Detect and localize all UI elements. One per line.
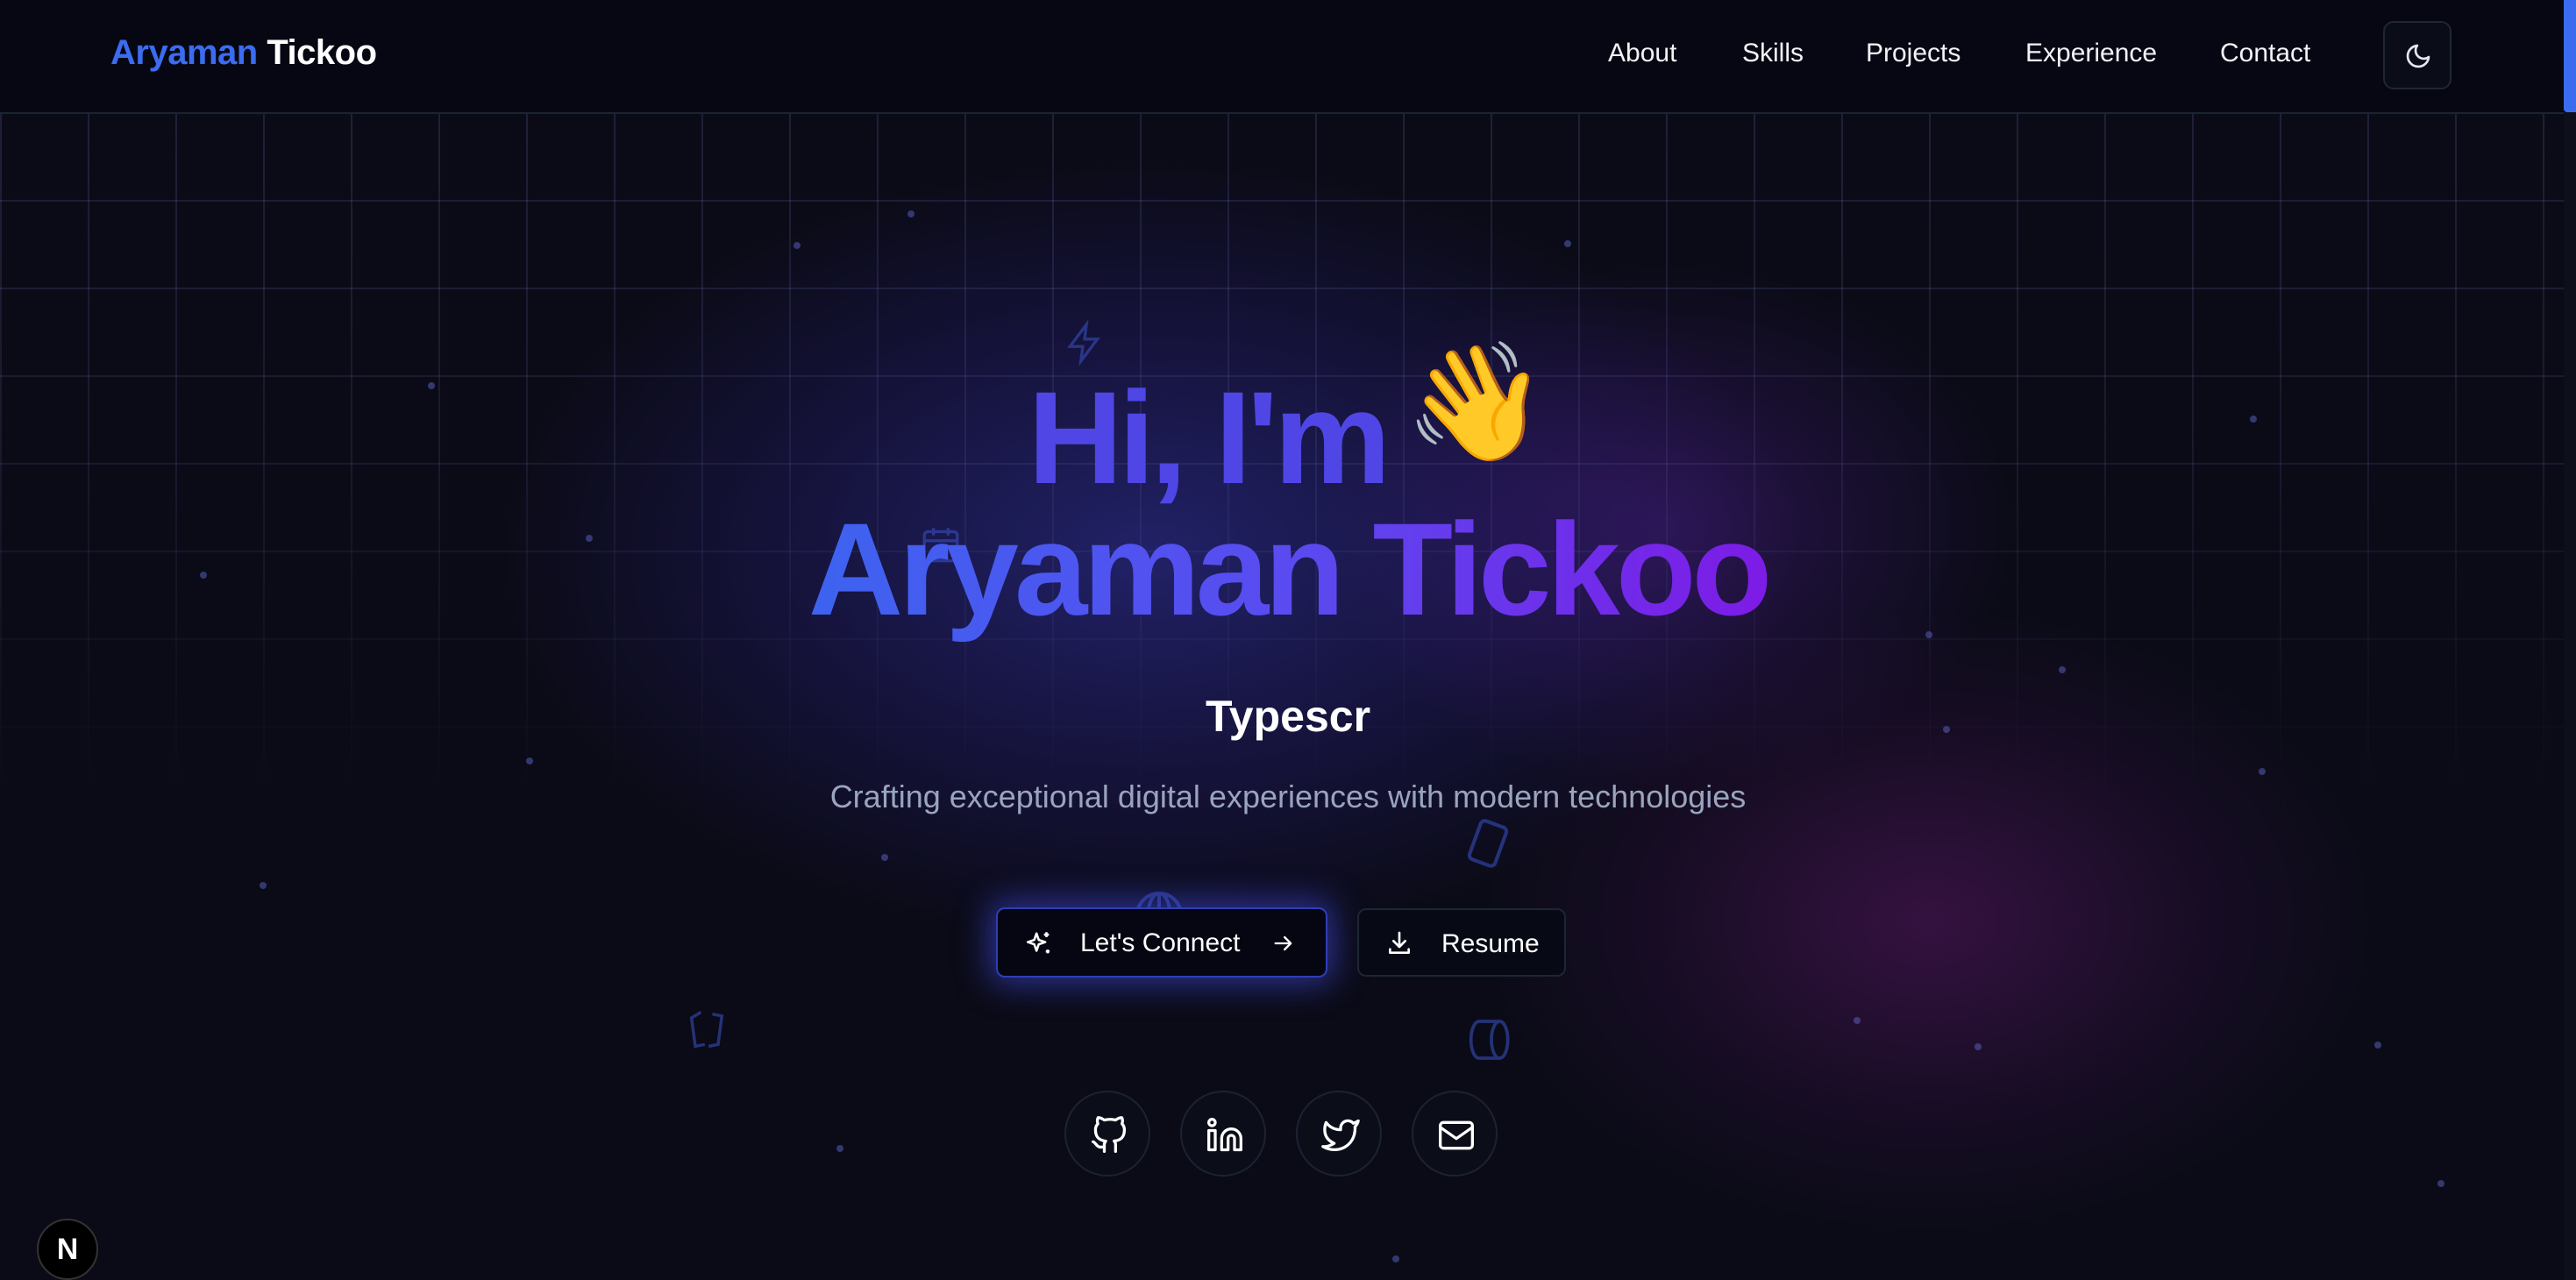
- particle: [907, 210, 914, 217]
- particle: [1564, 240, 1571, 247]
- brand-logo[interactable]: Aryaman Tickoo: [110, 33, 377, 73]
- particle: [836, 1145, 843, 1152]
- theme-toggle-button[interactable]: [2383, 21, 2451, 89]
- sparkles-icon: [1026, 932, 1050, 954]
- hero-name-text: Aryaman Tickoo: [808, 495, 1772, 643]
- code-bracket-icon: [689, 1011, 724, 1049]
- zap-icon: [1067, 319, 1100, 366]
- lets-connect-label: Let's Connect: [1080, 928, 1241, 957]
- particle: [1975, 1043, 1982, 1050]
- nextjs-dev-badge[interactable]: N: [37, 1219, 98, 1280]
- mail-icon: [1439, 1120, 1474, 1150]
- nav-experience[interactable]: Experience: [2025, 39, 2157, 68]
- nextjs-badge-letter: N: [56, 1233, 79, 1266]
- wave-emoji: 👋: [1404, 338, 1548, 467]
- particle: [2259, 768, 2266, 775]
- brand-first-name: Aryaman: [110, 33, 258, 72]
- particle: [2059, 666, 2066, 673]
- nav-projects[interactable]: Projects: [1866, 39, 1960, 68]
- particle: [881, 854, 888, 861]
- resume-label: Resume: [1441, 929, 1540, 958]
- email-link[interactable]: [1412, 1091, 1498, 1177]
- hero-tagline: Crafting exceptional digital experiences…: [829, 779, 1747, 814]
- arrow-right-icon: [1274, 935, 1292, 951]
- lets-connect-button[interactable]: Let's Connect: [996, 907, 1327, 978]
- nav-about[interactable]: About: [1608, 39, 1676, 68]
- scrollbar-thumb[interactable]: [2564, 0, 2576, 112]
- linkedin-icon: [1207, 1118, 1242, 1152]
- greeting-text: Hi, I'm: [1028, 364, 1391, 512]
- particle: [1392, 1255, 1399, 1262]
- twitter-link[interactable]: [1296, 1091, 1382, 1177]
- github-icon: [1092, 1116, 1127, 1153]
- hero-name: Aryaman Tickoo: [0, 503, 2576, 635]
- typed-role: Typescr: [1205, 692, 1371, 741]
- site-header: Aryaman Tickoo About Skills Projects Exp…: [0, 0, 2576, 114]
- twitter-icon: [1321, 1119, 1360, 1152]
- tablet-icon: [1467, 819, 1509, 868]
- hero-greeting: Hi, I'm 👋: [0, 345, 2576, 512]
- particle: [260, 882, 267, 889]
- linkedin-link[interactable]: [1180, 1091, 1266, 1177]
- particle: [1854, 1017, 1861, 1024]
- nav-contact[interactable]: Contact: [2220, 39, 2310, 68]
- particle: [526, 757, 533, 764]
- github-link[interactable]: [1064, 1091, 1150, 1177]
- download-icon: [1389, 931, 1410, 954]
- nav-skills[interactable]: Skills: [1742, 39, 1804, 68]
- database-icon: [1469, 1020, 1510, 1060]
- particle: [793, 242, 801, 249]
- brand-last-name: Tickoo: [267, 33, 377, 72]
- resume-button[interactable]: Resume: [1357, 908, 1566, 977]
- particle: [2374, 1042, 2381, 1049]
- moon-icon: [2406, 44, 2430, 68]
- particle: [2437, 1180, 2444, 1187]
